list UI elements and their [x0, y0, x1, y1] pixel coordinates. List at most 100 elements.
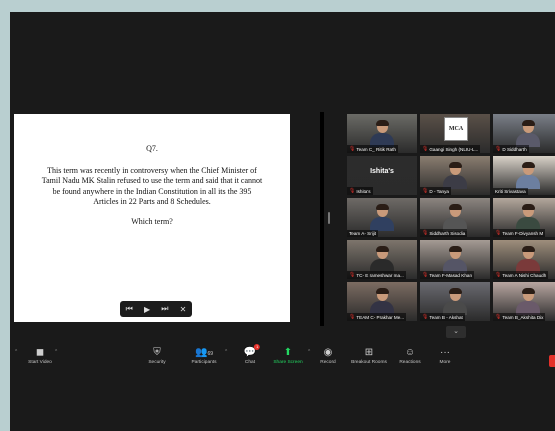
participant-tile[interactable]: 🎙 TEAM C- Prakhar Me... — [347, 282, 417, 321]
participant-video — [514, 288, 542, 315]
participant-tile[interactable]: 🎙 Team B_Akshita Dix — [493, 282, 555, 321]
splitter-handle[interactable] — [328, 212, 330, 224]
shared-slide: Q7. This term was recently in controvers… — [14, 114, 290, 322]
participant-name: Kriti Srivastava — [495, 189, 526, 194]
hair-shape — [522, 246, 535, 252]
participant-tile[interactable]: 🎙 D - Tanya — [420, 156, 490, 195]
next-slide-icon[interactable]: ⏭ — [161, 304, 168, 314]
participants-options-caret-icon[interactable]: ⌃ — [224, 349, 228, 355]
hair-shape — [522, 120, 535, 126]
share-options-caret-icon[interactable]: ⌃ — [307, 349, 311, 355]
participant-name-label: 🎙 Team C_ Ritik Rath — [347, 145, 398, 153]
participant-video — [514, 246, 542, 273]
hair-shape — [449, 204, 462, 210]
breakout-rooms-icon: ⊞ — [364, 347, 374, 358]
participant-tile[interactable]: 🎙 Siddharth Sisodia — [420, 198, 490, 237]
share-screen-button[interactable]: ⬆ Share Screen — [273, 346, 302, 365]
muted-mic-icon: 🎙 — [422, 146, 429, 152]
participant-tile[interactable]: 🎙 Team B - Akshat — [420, 282, 490, 321]
participant-name-label: 🎙 D - Tanya — [420, 187, 451, 195]
participant-name-label: 🎙 D Siddharth — [493, 145, 529, 153]
participant-name-label: 🎙 Team B_Akshita Dix — [493, 313, 546, 321]
end-meeting-button[interactable] — [549, 355, 555, 367]
gallery-next-page-chevron-down-icon[interactable]: ⌄ — [446, 326, 466, 338]
hair-shape — [376, 120, 389, 126]
participant-name: Team F-Masad Khan — [429, 272, 472, 278]
muted-mic-icon: 🎙 — [422, 230, 429, 236]
hair-shape — [376, 204, 389, 210]
muted-mic-icon: 🎙 — [349, 188, 356, 194]
close-slideshow-icon[interactable]: ✕ — [180, 305, 187, 314]
chat-badge: 1 — [254, 344, 261, 350]
video-options-caret-icon[interactable]: ⌃ — [54, 349, 58, 355]
participant-name-label: 🎙 TEAM C- Prakhar Me... — [347, 313, 407, 321]
question-body: This term was recently in controversy wh… — [41, 165, 263, 207]
participant-tile[interactable]: 🎙 Team A Nishi Chaudh — [493, 240, 555, 279]
muted-mic-icon: 🎙 — [349, 272, 356, 278]
chat-button[interactable]: 💬 1 Chat — [244, 344, 261, 365]
question-prompt: Which term? — [131, 216, 173, 226]
participant-tile[interactable]: 🎙 D Siddharth — [493, 114, 555, 153]
participant-tile[interactable]: 🎙 TC- E rameshwar ma... — [347, 240, 417, 279]
security-button[interactable]: ⛨ Security — [148, 346, 165, 365]
participant-video — [514, 120, 542, 147]
participant-name: TEAM C- Prakhar Me... — [356, 314, 405, 320]
record-button[interactable]: ◉ Record — [320, 346, 335, 365]
hair-shape — [449, 246, 462, 252]
reactions-button[interactable]: ☺ Reactions — [399, 346, 420, 365]
video-off-icon: ◼ — [35, 347, 45, 358]
muted-mic-icon: 🎙 — [422, 272, 429, 278]
participant-tile[interactable]: Kriti Srivastava — [493, 156, 555, 195]
participant-name-label: 🎙 Ishita's — [347, 187, 373, 195]
participant-name: D Siddharth — [502, 146, 527, 152]
previous-slide-icon[interactable]: ⏮ — [126, 304, 133, 314]
participant-name: Siddharth Sisodia — [429, 230, 466, 236]
participant-name-label: 🎙 Siddharth Sisodia — [420, 229, 468, 237]
participant-tile[interactable]: 🎙 Team F-Divyansh M — [493, 198, 555, 237]
hair-shape — [522, 204, 535, 210]
breakout-rooms-button[interactable]: ⊞ Breakout Rooms — [351, 346, 387, 365]
participant-name-label: Kriti Srivastava — [493, 188, 528, 195]
participant-video — [514, 162, 542, 189]
participant-tile[interactable]: Team A- Srijit — [347, 198, 417, 237]
slide-text: Q7. This term was recently in controvers… — [40, 144, 264, 236]
participant-video — [514, 204, 542, 231]
participants-button[interactable]: 👥69 Participants — [191, 346, 216, 365]
reactions-icon: ☺ — [404, 347, 416, 358]
participant-avatar-name: Ishita's — [370, 168, 394, 175]
more-button[interactable]: ··· More — [440, 346, 451, 365]
participant-tile[interactable]: 🎙 Team C_ Ritik Rath — [347, 114, 417, 153]
hair-shape — [376, 246, 389, 252]
participant-name: Team B_Akshita Dix — [502, 314, 544, 320]
participant-name: Team F-Divyansh M — [502, 230, 544, 236]
zoom-meeting-window: Q7. This term was recently in controvers… — [10, 12, 555, 431]
participant-tile[interactable]: Ishita's 🎙 Ishita's — [347, 156, 417, 195]
participant-video — [441, 204, 469, 231]
hair-shape — [522, 288, 535, 294]
participant-name: Team C_ Ritik Rath — [356, 146, 396, 152]
participant-name-label: Team A- Srijit — [347, 230, 379, 237]
muted-mic-icon: 🎙 — [495, 146, 502, 152]
body-shape — [370, 217, 394, 231]
audio-options-caret-icon[interactable]: ⌃ — [14, 349, 18, 355]
participant-video — [441, 288, 469, 315]
hair-shape — [522, 162, 535, 168]
participant-name-label: 🎙 TC- E rameshwar ma... — [347, 271, 406, 279]
participants-count: 69 — [207, 351, 213, 357]
start-video-button[interactable]: ◼ Start Video — [28, 346, 52, 365]
play-icon[interactable]: ▶ — [144, 305, 150, 314]
participant-tile[interactable]: MCA 🎙 Gaangi Singh (NLIU-L... — [420, 114, 490, 153]
more-icon: ··· — [440, 347, 450, 358]
participant-gallery: 🎙 Team C_ Ritik Rath MCA 🎙 Gaangi Singh (NLI… — [347, 114, 555, 338]
participants-icon: 👥69 — [194, 347, 213, 358]
participant-video — [368, 120, 396, 147]
participant-name: Gaangi Singh (NLIU-L... — [429, 146, 479, 152]
muted-mic-icon: 🎙 — [349, 146, 356, 152]
participant-name-label: 🎙 Team B - Akshat — [420, 313, 465, 321]
question-number: Q7. — [146, 144, 158, 153]
participant-tile[interactable]: 🎙 Team F-Masad Khan — [420, 240, 490, 279]
share-screen-icon: ⬆ — [283, 347, 293, 358]
participant-video — [368, 204, 396, 231]
slideshow-controls: ⏮ ▶ ⏭ ✕ — [120, 301, 192, 317]
muted-mic-icon: 🎙 — [422, 188, 429, 194]
